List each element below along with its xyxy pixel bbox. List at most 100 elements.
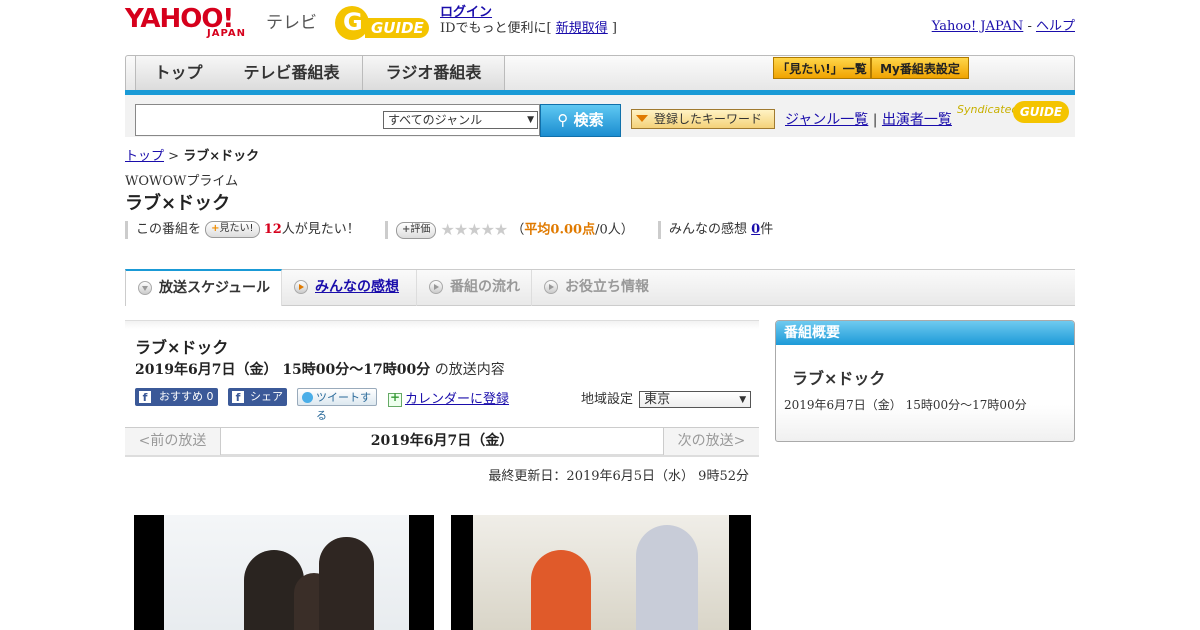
want-count: 12 [263, 222, 282, 237]
want-button-label: 見たい! [219, 223, 254, 234]
region-select-value: 東京 [644, 392, 671, 407]
facebook-icon: f [139, 391, 151, 404]
avg-score: 平均0.00点 [524, 222, 596, 238]
calendar-register-link[interactable]: カレンダーに登録 [405, 392, 509, 407]
program-tabs: 放送スケジュール みんなの感想 番組の流れ お役立ち情報 [125, 269, 1075, 306]
chevron-down-icon: ▼ [527, 115, 534, 125]
want-suffix: 人が見たい！ [281, 222, 360, 237]
channel-name: WOWOWプライム [125, 174, 239, 189]
syndicated-label: Syndicated [957, 103, 1019, 116]
facebook-recommend-label: おすすめ 0 [159, 390, 214, 403]
schedule-title: ラブ×ドック [135, 338, 229, 357]
login-prefix: IDでもっと便利に[ [440, 21, 556, 36]
schedule-datetime: 2019年6月7日（金） 15時00分～17時00分 の放送内容 [135, 359, 505, 379]
yahoo-japan-link[interactable]: Yahoo! JAPAN [932, 19, 1024, 34]
prev-broadcast-button[interactable]: <前の放送 [125, 428, 221, 455]
site-header: YAHOO! JAPAN テレビ GUIDE ログイン IDでもっと便利に[ 新… [125, 0, 1075, 50]
gguide-text: GUIDE [365, 18, 429, 38]
current-day: 2019年6月7日（金） [370, 433, 514, 449]
impressions-count-link[interactable]: 0 [751, 222, 760, 237]
search-button[interactable]: ⚲ 検索 [540, 104, 621, 137]
program-summary-title: ラブ×ドック [792, 369, 886, 388]
want-list-button[interactable]: 「見たい!」一覧 [773, 57, 871, 79]
tab-schedule[interactable]: 放送スケジュール [125, 269, 282, 306]
facebook-recommend-button[interactable]: f おすすめ 0 [135, 388, 218, 406]
search-icon: ⚲ [557, 111, 569, 129]
facebook-share-button[interactable]: f シェア [228, 388, 287, 406]
tab-useful-info-label: お役立ち情報 [565, 279, 649, 295]
my-guide-settings-button[interactable]: My番組表設定 [871, 57, 969, 79]
breadcrumb-sep: > [164, 149, 184, 164]
breadcrumb: トップ > ラブ×ドック [125, 145, 259, 164]
play-arrow-icon [544, 280, 558, 294]
tweet-button[interactable]: ツイートする [297, 388, 377, 422]
avg-open: （ [511, 222, 525, 238]
header-separator: - [1023, 19, 1036, 34]
calendar-register: カレンダーに登録 [388, 388, 509, 407]
rating-stars: ★★★★★ [440, 220, 509, 239]
triangle-down-icon [636, 115, 648, 122]
nav-tab-radio-guide[interactable]: ラジオ番組表 [363, 56, 505, 90]
help-link[interactable]: ヘルプ [1036, 19, 1075, 34]
breadcrumb-top-link[interactable]: トップ [125, 149, 164, 164]
avg-count: /0人） [595, 222, 634, 238]
this-program-label: この番組を [136, 222, 202, 237]
region-label: 地域設定 [581, 392, 634, 407]
plus-icon: + [211, 223, 220, 234]
page-title: ラブ×ドック [125, 193, 231, 214]
tab-flow-label: 番組の流れ [450, 279, 520, 295]
schedule-datetime-suffix: の放送内容 [430, 362, 505, 378]
tv-label: テレビ [266, 13, 317, 33]
photo-1-person-right [319, 537, 374, 630]
program-summary-panel: 番組概要 ラブ×ドック 2019年6月7日（金） 15時00分～17時00分 [775, 320, 1075, 442]
genre-select[interactable]: すべてのジャンル ▼ [383, 111, 538, 129]
genre-select-value: すべてのジャンル [388, 113, 483, 127]
tweet-label: ツイートする [316, 391, 371, 422]
impressions-suffix: 件 [760, 222, 774, 237]
tab-impressions-label: みんなの感想 [315, 279, 399, 295]
region-setting: 地域設定 東京 ▼ [581, 388, 752, 408]
register-link[interactable]: 新規取得 [556, 21, 608, 36]
last-updated: 最終更新日：2019年6月5日（水） 9時52分 [488, 469, 749, 484]
program-summary-heading: 番組概要 [776, 321, 1074, 345]
rating-stat: +評価 ★★★★★ （平均0.00点/0人） [385, 221, 634, 239]
search-area: すべてのジャンル ▼ ⚲ 検索 登録したキーワード ジャンル一覧 | 出演者一覧… [125, 95, 1075, 137]
program-photo-2 [451, 515, 751, 630]
want-stat: この番組を +見たい! 12人が見たい！ [125, 221, 360, 239]
region-select[interactable]: 東京 ▼ [639, 391, 752, 408]
yahoo-japan-sub: JAPAN [207, 28, 246, 39]
gguide-logo[interactable]: GUIDE [335, 6, 431, 40]
photo-2-person-left [531, 550, 591, 630]
nav-tab-tv-guide[interactable]: テレビ番組表 [221, 56, 363, 90]
cast-list-link[interactable]: 出演者一覧 [882, 112, 952, 128]
gguide-g-icon [335, 6, 369, 40]
genre-list-link[interactable]: ジャンル一覧 [785, 112, 868, 128]
breadcrumb-current: ラブ×ドック [183, 149, 260, 164]
search-link-divider: | [868, 112, 882, 128]
search-links: ジャンル一覧 | 出演者一覧 [785, 109, 952, 129]
want-button[interactable]: +見たい! [205, 221, 260, 238]
rate-button-label: 評価 [410, 223, 431, 235]
photo-2-person-right [636, 525, 698, 630]
calendar-add-icon [388, 390, 402, 407]
twitter-bird-icon [302, 392, 313, 403]
login-link[interactable]: ログイン [440, 5, 492, 20]
rate-button[interactable]: +評価 [396, 221, 437, 239]
play-arrow-icon [294, 280, 308, 294]
syndicated-gguide-logo: GUIDE [1013, 101, 1069, 123]
registered-keyword-button[interactable]: 登録したキーワード [631, 109, 775, 129]
registered-keyword-label: 登録したキーワード [654, 112, 763, 126]
tab-impressions[interactable]: みんなの感想 [282, 270, 417, 306]
next-broadcast-button[interactable]: 次の放送> [663, 428, 759, 455]
facebook-icon: f [232, 391, 244, 404]
tab-flow[interactable]: 番組の流れ [417, 270, 532, 306]
impressions-label: みんなの感想 [669, 222, 752, 237]
main-nav: トップ テレビ番組表 ラジオ番組表 「見たい!」一覧 My番組表設定 [125, 55, 1075, 91]
nav-tab-top[interactable]: トップ [135, 56, 222, 90]
schedule-box: ラブ×ドック 2019年6月7日（金） 15時00分～17時00分 の放送内容 … [125, 320, 759, 422]
schedule-datetime-value: 2019年6月7日（金） 15時00分～17時00分 [135, 362, 431, 378]
tab-useful-info[interactable]: お役立ち情報 [532, 270, 662, 306]
program-summary-time: 2019年6月7日（金） 15時00分～17時00分 [784, 398, 1027, 412]
impressions-stat: みんなの感想 0件 [658, 221, 773, 239]
program-photo-1 [134, 515, 434, 630]
